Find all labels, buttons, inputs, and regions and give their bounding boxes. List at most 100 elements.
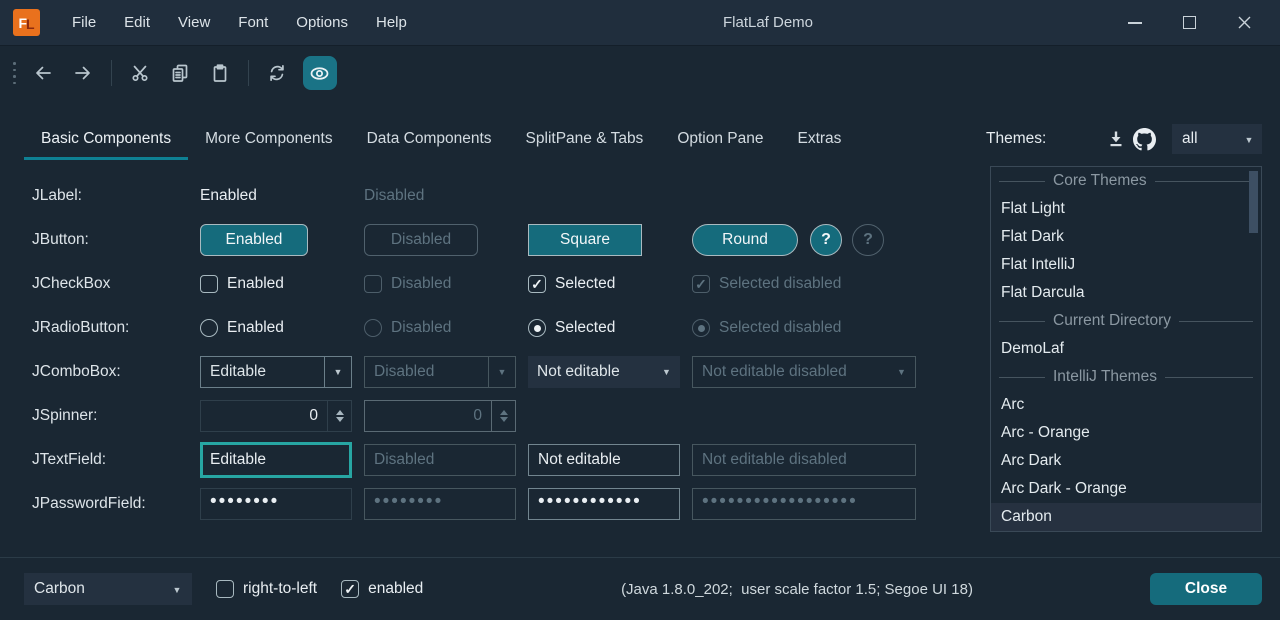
scrollbar-thumb[interactable]	[1249, 171, 1258, 233]
show-hover-effects-toggle[interactable]	[303, 56, 337, 90]
passwordfield-not-editable-disabled: ••••••••••••••••••	[692, 488, 916, 520]
tabbar: Basic Components More Components Data Co…	[24, 118, 858, 160]
minimize-button[interactable]	[1107, 0, 1162, 45]
tab-data-components[interactable]: Data Components	[350, 118, 509, 160]
jcheckbox-row-label: JCheckBox	[32, 275, 200, 293]
close-button[interactable]: Close	[1150, 573, 1262, 605]
help-button-disabled: ?	[852, 224, 884, 256]
radio-icon	[364, 319, 382, 337]
toolbar-grip[interactable]	[13, 62, 16, 84]
radio-selected[interactable]: Selected	[528, 319, 692, 337]
checkbox-checked-icon: ✓	[528, 275, 546, 293]
spinner-down-icon	[500, 417, 508, 422]
chevron-down-icon: ▼	[897, 367, 906, 377]
right-to-left-checkbox[interactable]: right-to-left	[216, 580, 317, 598]
theme-item-flat-intellij[interactable]: Flat IntelliJ	[991, 251, 1261, 279]
textfield-editable-focused[interactable]: Editable	[200, 442, 352, 478]
themes-filter-combobox[interactable]: all ▼	[1172, 124, 1262, 154]
checkbox-selected[interactable]: ✓ Selected	[528, 275, 692, 293]
copy-icon	[170, 63, 190, 83]
checkbox-enabled[interactable]: Enabled	[200, 275, 364, 293]
menu-view[interactable]: View	[164, 0, 224, 46]
theme-group-separator: IntelliJ Themes	[991, 363, 1261, 391]
refresh-button[interactable]	[257, 54, 297, 92]
disabled-button: Disabled	[364, 224, 478, 256]
jlabel-disabled: Disabled	[364, 187, 528, 205]
combobox-not-editable-disabled: Not editable disabled ▼	[692, 356, 916, 388]
combobox-disabled: Disabled ▼	[364, 356, 516, 388]
combobox-not-editable[interactable]: Not editable ▼	[528, 356, 680, 388]
theme-item-arc-dark[interactable]: Arc Dark	[991, 447, 1261, 475]
back-button[interactable]	[23, 54, 63, 92]
jlabel-row-label: JLabel:	[32, 187, 200, 205]
checkbox-icon	[200, 275, 218, 293]
jradiobutton-row-label: JRadioButton:	[32, 319, 200, 337]
tab-extras[interactable]: Extras	[781, 118, 859, 160]
github-icon	[1133, 128, 1156, 151]
chevron-down-icon: ▼	[334, 367, 343, 377]
spinner-down-icon[interactable]	[336, 417, 344, 422]
textfield-not-editable[interactable]: Not editable	[528, 444, 680, 476]
theme-item-arc-orange[interactable]: Arc - Orange	[991, 419, 1261, 447]
close-window-button[interactable]	[1217, 0, 1272, 45]
cut-button[interactable]	[120, 54, 160, 92]
theme-item-flat-light[interactable]: Flat Light	[991, 195, 1261, 223]
theme-item-flat-darcula[interactable]: Flat Darcula	[991, 279, 1261, 307]
help-button[interactable]: ?	[810, 224, 842, 256]
copy-button[interactable]	[160, 54, 200, 92]
paste-button[interactable]	[200, 54, 240, 92]
checkbox-disabled: Disabled	[364, 275, 528, 293]
tab-splitpane-tabs[interactable]: SplitPane & Tabs	[509, 118, 661, 160]
maximize-icon	[1183, 16, 1196, 29]
tab-more-components[interactable]: More Components	[188, 118, 350, 160]
checkbox-icon	[364, 275, 382, 293]
jcombobox-row-label: JComboBox:	[32, 363, 200, 381]
passwordfield-editable[interactable]: ••••••••	[200, 488, 352, 520]
radio-enabled[interactable]: Enabled	[200, 319, 364, 337]
theme-selector-combobox[interactable]: Carbon ▼	[24, 573, 192, 605]
github-link-button[interactable]	[1130, 125, 1158, 153]
textfield-not-editable-disabled: Not editable disabled	[692, 444, 916, 476]
square-button[interactable]: Square	[528, 224, 642, 256]
spinner-enabled[interactable]: 0	[200, 400, 352, 432]
window-controls	[1107, 0, 1272, 46]
cut-scissors-icon	[130, 63, 150, 83]
enabled-checkbox[interactable]: ✓ enabled	[341, 580, 423, 598]
checkbox-checked-icon: ✓	[341, 580, 359, 598]
spinner-up-icon	[500, 410, 508, 415]
passwordfield-disabled: ••••••••	[364, 488, 516, 520]
theme-item-arc-dark-orange[interactable]: Arc Dark - Orange	[991, 475, 1261, 503]
combobox-editable[interactable]: Editable ▼	[200, 356, 352, 388]
titlebar: FL File Edit View Font Options Help Flat…	[0, 0, 1280, 46]
maximize-button[interactable]	[1162, 0, 1217, 45]
textfield-disabled: Disabled	[364, 444, 516, 476]
eye-icon	[309, 63, 330, 84]
tab-basic-components[interactable]: Basic Components	[24, 118, 188, 160]
menu-font[interactable]: Font	[224, 0, 282, 46]
enabled-button[interactable]: Enabled	[200, 224, 308, 256]
theme-item-arc[interactable]: Arc	[991, 391, 1261, 419]
footer-bar: Carbon ▼ right-to-left ✓ enabled (Java 1…	[0, 557, 1280, 620]
forward-button[interactable]	[63, 54, 103, 92]
tab-option-pane[interactable]: Option Pane	[660, 118, 780, 160]
radio-disabled: Disabled	[364, 319, 528, 337]
spinner-up-icon[interactable]	[336, 410, 344, 415]
theme-item-demolaf[interactable]: DemoLaf	[991, 335, 1261, 363]
theme-item-flat-dark[interactable]: Flat Dark	[991, 223, 1261, 251]
radio-selected-icon	[692, 319, 710, 337]
jlabel-enabled: Enabled	[200, 187, 364, 205]
theme-item-carbon-selected[interactable]: Carbon	[991, 503, 1261, 531]
round-button[interactable]: Round	[692, 224, 798, 256]
close-icon	[1237, 15, 1252, 30]
toolbar-separator	[248, 60, 249, 86]
menu-file[interactable]: File	[58, 0, 110, 46]
menu-help[interactable]: Help	[362, 0, 421, 46]
menu-edit[interactable]: Edit	[110, 0, 164, 46]
passwordfield-not-editable[interactable]: ••••••••••••	[528, 488, 680, 520]
refresh-icon	[267, 63, 287, 83]
download-theme-button[interactable]	[1102, 125, 1130, 153]
chevron-down-icon: ▼	[173, 585, 182, 595]
jpasswordfield-row-label: JPasswordField:	[32, 495, 200, 513]
basic-components-panel: JLabel: Enabled Disabled JButton: Enable…	[32, 174, 932, 526]
menu-options[interactable]: Options	[282, 0, 362, 46]
